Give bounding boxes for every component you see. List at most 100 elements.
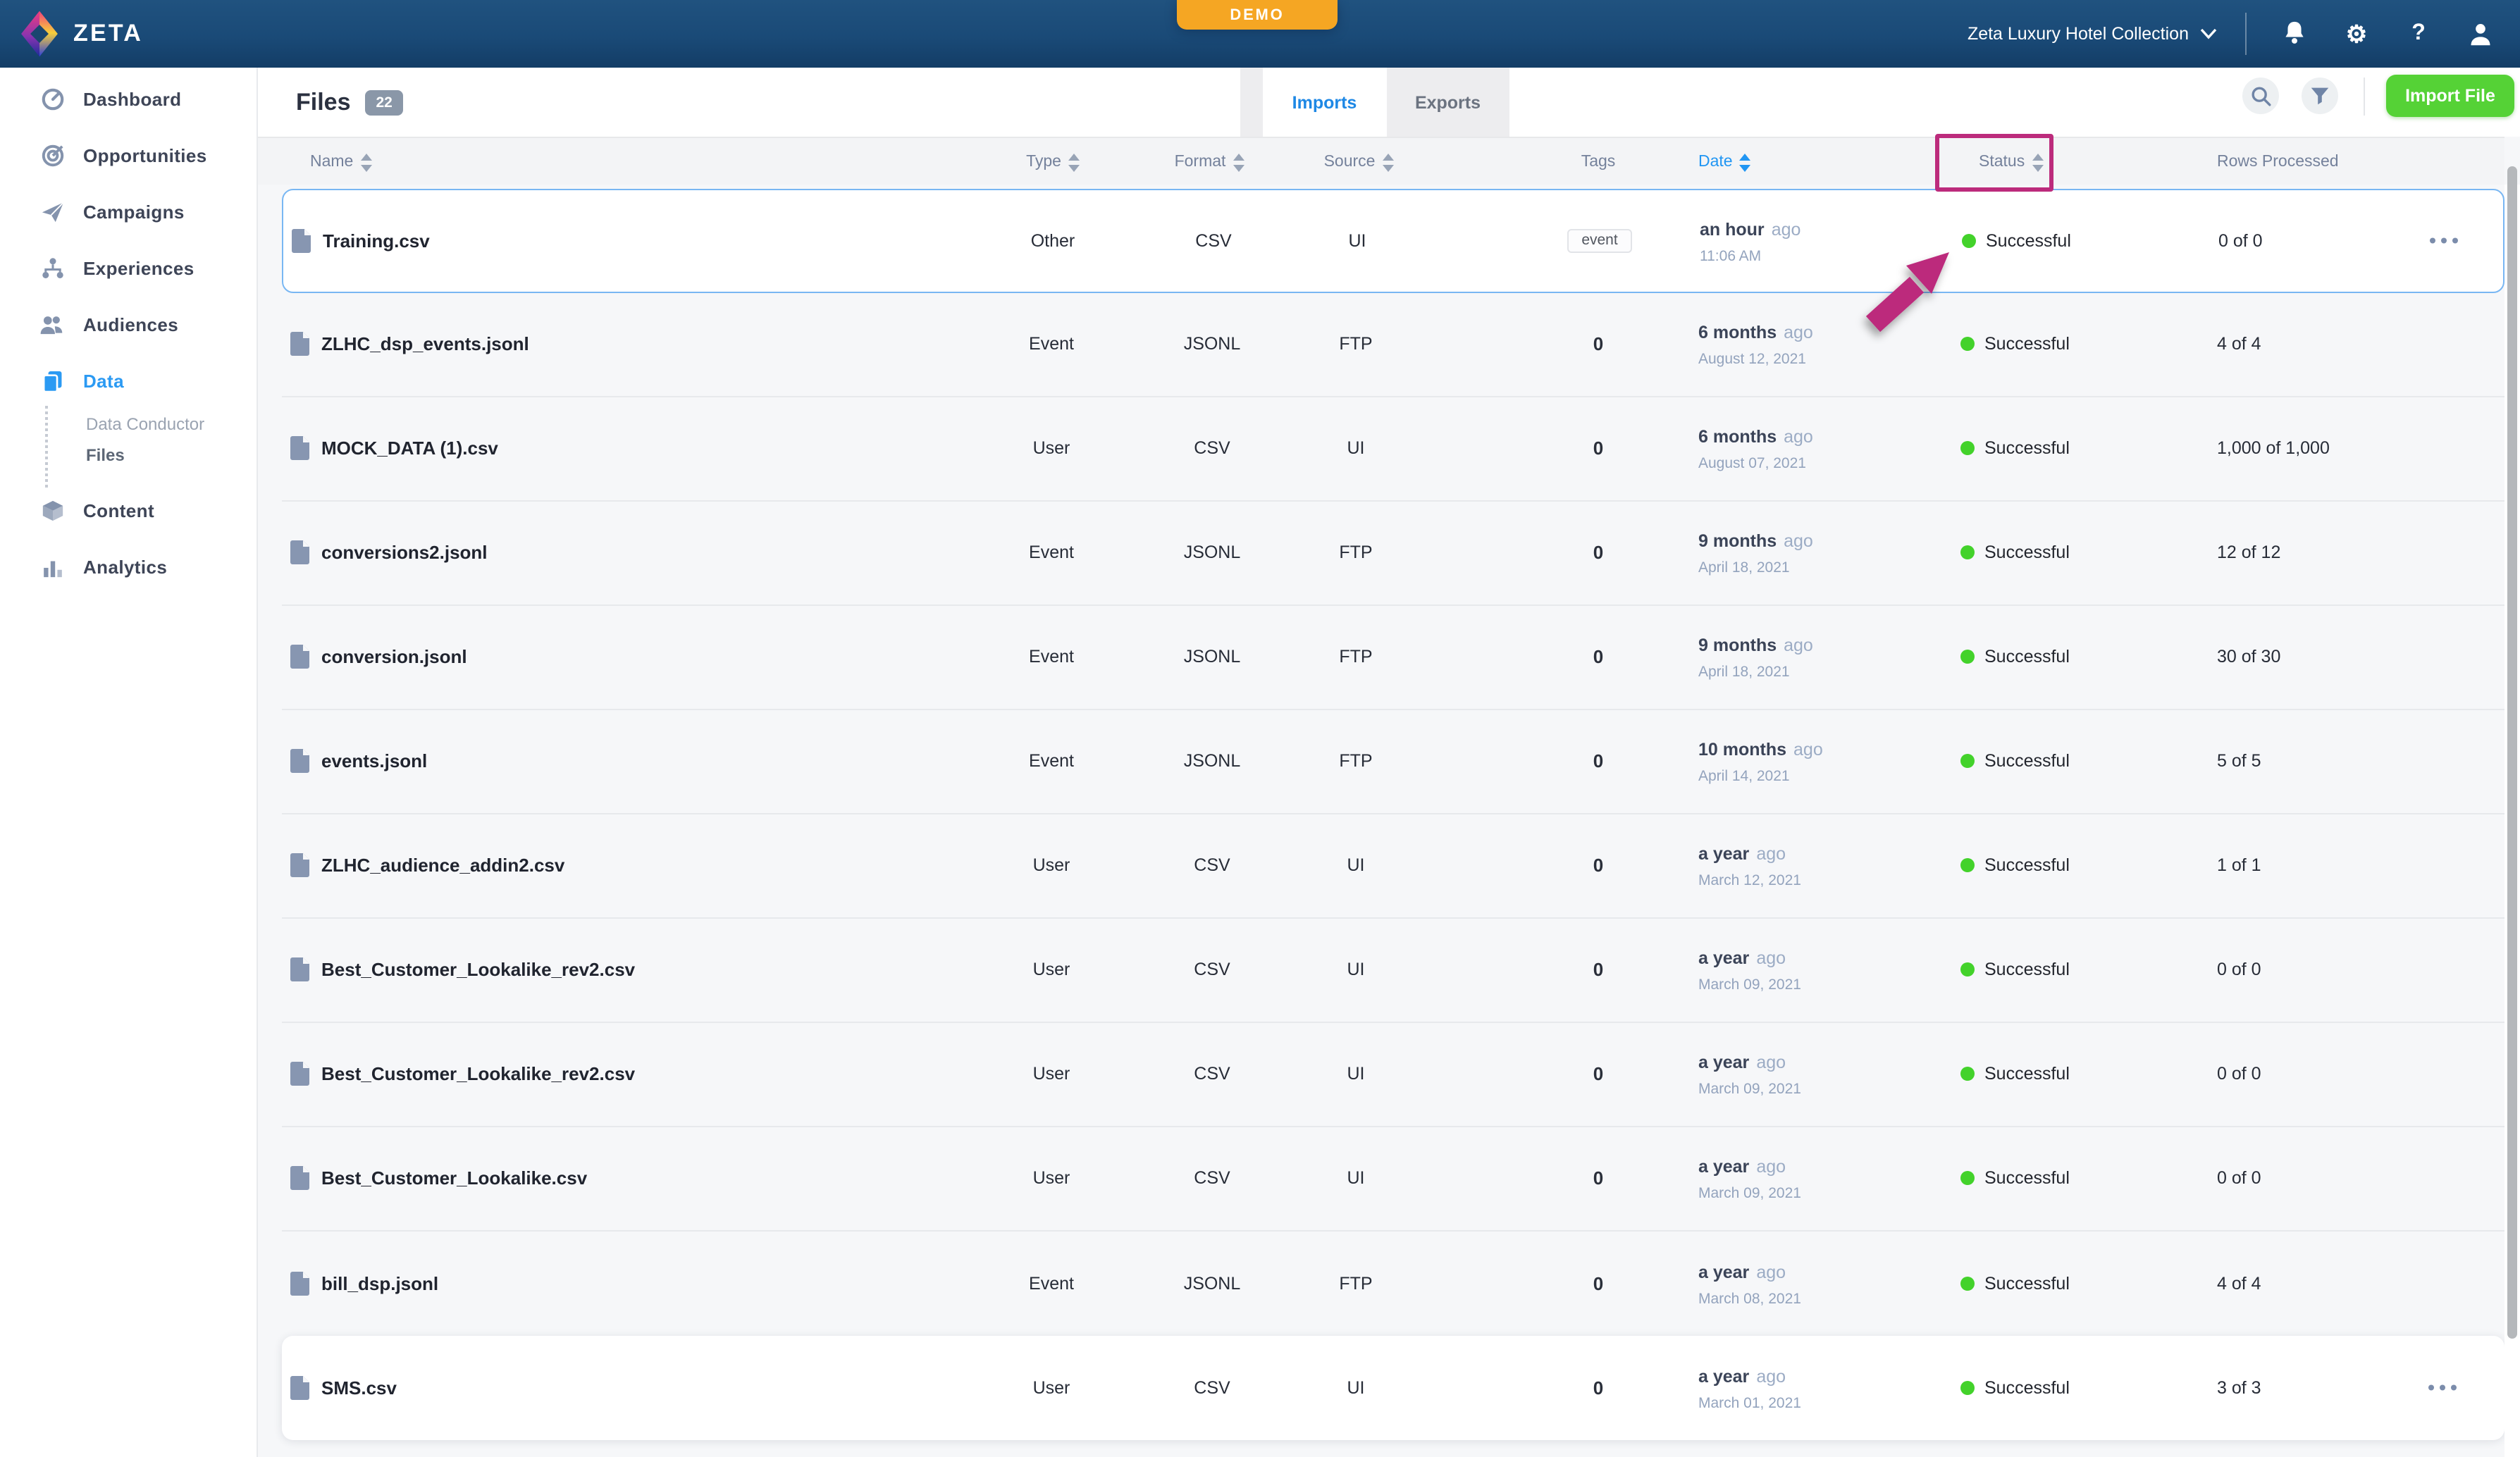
sidebar-item-data[interactable]: Data — [0, 352, 257, 409]
sidebar-item-opportunities[interactable]: Opportunities — [0, 127, 257, 183]
row-menu-button[interactable] — [2411, 237, 2476, 244]
rows-processed: 4 of 4 — [2217, 1273, 2261, 1293]
sidebar-item-content[interactable]: Content — [0, 482, 257, 538]
table-row[interactable]: ZLHC_dsp_events.jsonlEventJSONLFTP06 mon… — [282, 292, 2504, 397]
tab-bar: Imports Exports — [1240, 68, 1509, 137]
gear-icon[interactable]: ⚙ — [2342, 0, 2371, 68]
file-format: CSV — [1156, 1168, 1268, 1188]
demo-badge: DEMO — [1177, 0, 1338, 30]
file-date: 6 monthsagoAugust 07, 2021 — [1698, 423, 1813, 473]
status-dot-icon — [1960, 1380, 1975, 1394]
scrollbar-thumb[interactable] — [2507, 166, 2517, 1339]
rows-processed: 1 of 1 — [2217, 855, 2261, 875]
rows-processed: 12 of 12 — [2217, 542, 2280, 562]
column-label: Date — [1698, 154, 1733, 170]
tag-count: 0 — [1593, 959, 1603, 980]
file-date: a yearagoMarch 09, 2021 — [1698, 944, 1801, 995]
file-type: User — [995, 438, 1108, 458]
column-header-name[interactable]: Name — [310, 138, 371, 186]
table-row[interactable]: conversion.jsonlEventJSONLFTP09 monthsag… — [282, 605, 2504, 709]
user-icon[interactable] — [2466, 0, 2495, 68]
sidebar-item-label: Dashboard — [83, 88, 181, 109]
table-row[interactable]: Training.csvOtherCSVUIeventan hourago11:… — [282, 188, 2504, 292]
column-header-tags: Tags — [1528, 138, 1669, 186]
status-dot-icon — [1960, 858, 1975, 872]
file-icon — [290, 436, 310, 460]
column-label: Type — [1026, 154, 1061, 170]
file-name: Best_Customer_Lookalike.csv — [321, 1167, 587, 1189]
search-button[interactable] — [2242, 78, 2279, 114]
table-row[interactable]: events.jsonlEventJSONLFTP010 monthsagoAp… — [282, 709, 2504, 814]
file-type: Event — [995, 751, 1108, 771]
main-content: Files 22 Imports Exports Import File Nam… — [258, 68, 2520, 1457]
column-header-format[interactable]: Format — [1153, 138, 1266, 186]
file-source: UI — [1299, 855, 1412, 875]
table-row[interactable]: bill_dsp.jsonlEventJSONLFTP0a yearagoMar… — [282, 1231, 2504, 1335]
sidebar-item-analytics[interactable]: Analytics — [0, 538, 257, 595]
tab-imports[interactable]: Imports — [1263, 68, 1386, 137]
app-window: ZETA DEMO Zeta Luxury Hotel Collection ⚙… — [0, 0, 2520, 1457]
column-header-source[interactable]: Source — [1302, 138, 1415, 186]
column-label: Rows Processed — [2217, 154, 2339, 170]
sidebar-item-experiences[interactable]: Experiences — [0, 240, 257, 296]
file-source: UI — [1299, 438, 1412, 458]
status-dot-icon — [1960, 1171, 1975, 1185]
target-icon — [39, 142, 65, 168]
row-menu-button[interactable] — [2410, 1384, 2475, 1391]
table-row[interactable]: SMS.csvUserCSVUI0a yearagoMarch 01, 2021… — [282, 1335, 2504, 1439]
table-row[interactable]: Best_Customer_Lookalike.csvUserCSVUI0a y… — [282, 1127, 2504, 1231]
table-row[interactable]: Best_Customer_Lookalike_rev2.csvUserCSVU… — [282, 1022, 2504, 1127]
tag-count: 0 — [1593, 750, 1603, 771]
file-type: User — [995, 960, 1108, 979]
sidebar-item-audiences[interactable]: Audiences — [0, 296, 257, 352]
table-row[interactable]: conversions2.jsonlEventJSONLFTP09 months… — [282, 501, 2504, 605]
file-format: CSV — [1156, 960, 1268, 979]
file-name: events.jsonl — [321, 750, 427, 771]
file-date: a yearagoMarch 09, 2021 — [1698, 1048, 1801, 1099]
column-label: Status — [1979, 154, 2025, 170]
help-icon[interactable]: ? — [2404, 0, 2433, 68]
sidebar-item-dashboard[interactable]: Dashboard — [0, 70, 257, 127]
tag-count: 0 — [1593, 1167, 1603, 1189]
tab-exports[interactable]: Exports — [1386, 68, 1509, 137]
file-date: a yearagoMarch 09, 2021 — [1698, 1153, 1801, 1203]
sidebar-item-campaigns[interactable]: Campaigns — [0, 183, 257, 240]
file-status: Successful — [1960, 1377, 2070, 1397]
column-header-status[interactable]: Status — [1979, 138, 2043, 186]
status-dot-icon — [1960, 337, 1975, 351]
table-row[interactable]: Best_Customer_Lookalike_rev2.csvUserCSVU… — [282, 918, 2504, 1022]
file-name: Best_Customer_Lookalike_rev2.csv — [321, 1063, 635, 1084]
column-header-type[interactable]: Type — [996, 138, 1109, 186]
file-type: Event — [995, 647, 1108, 666]
file-source: FTP — [1299, 334, 1412, 354]
file-tags: 0 — [1528, 959, 1669, 980]
file-type: User — [995, 1064, 1108, 1084]
column-label: Name — [310, 154, 353, 170]
filter-button[interactable] — [2302, 78, 2338, 114]
file-status: Successful — [1960, 960, 2070, 979]
file-tags: 0 — [1528, 1167, 1669, 1189]
status-dot-icon — [1960, 754, 1975, 768]
account-switcher[interactable]: Zeta Luxury Hotel Collection — [1968, 24, 2217, 44]
column-header-date[interactable]: Date — [1698, 138, 1751, 186]
file-source: FTP — [1299, 1273, 1412, 1293]
file-date: a yearagoMarch 12, 2021 — [1698, 840, 1801, 891]
file-format: JSONL — [1156, 542, 1268, 562]
sidebar-item-data-conductor[interactable]: Data Conductor — [0, 409, 257, 440]
import-file-button[interactable]: Import File — [2386, 75, 2514, 117]
bell-icon[interactable] — [2280, 0, 2309, 68]
file-source: UI — [1299, 1168, 1412, 1188]
file-tags: 0 — [1528, 646, 1669, 667]
file-date: 9 monthsagoApril 18, 2021 — [1698, 631, 1813, 682]
file-status: Successful — [1960, 1273, 2070, 1293]
file-name: MOCK_DATA (1).csv — [321, 438, 498, 459]
file-icon — [290, 540, 310, 564]
column-label: Format — [1175, 154, 1226, 170]
tag-count: 0 — [1593, 855, 1603, 876]
table-row[interactable]: MOCK_DATA (1).csvUserCSVUI06 monthsagoAu… — [282, 397, 2504, 501]
sidebar-item-files[interactable]: Files — [0, 440, 257, 471]
table-row[interactable]: ZLHC_audience_addin2.csvUserCSVUI0a year… — [282, 814, 2504, 918]
funnel-icon — [2310, 86, 2330, 106]
account-name: Zeta Luxury Hotel Collection — [1968, 24, 2189, 44]
topbar-divider — [2245, 13, 2247, 55]
